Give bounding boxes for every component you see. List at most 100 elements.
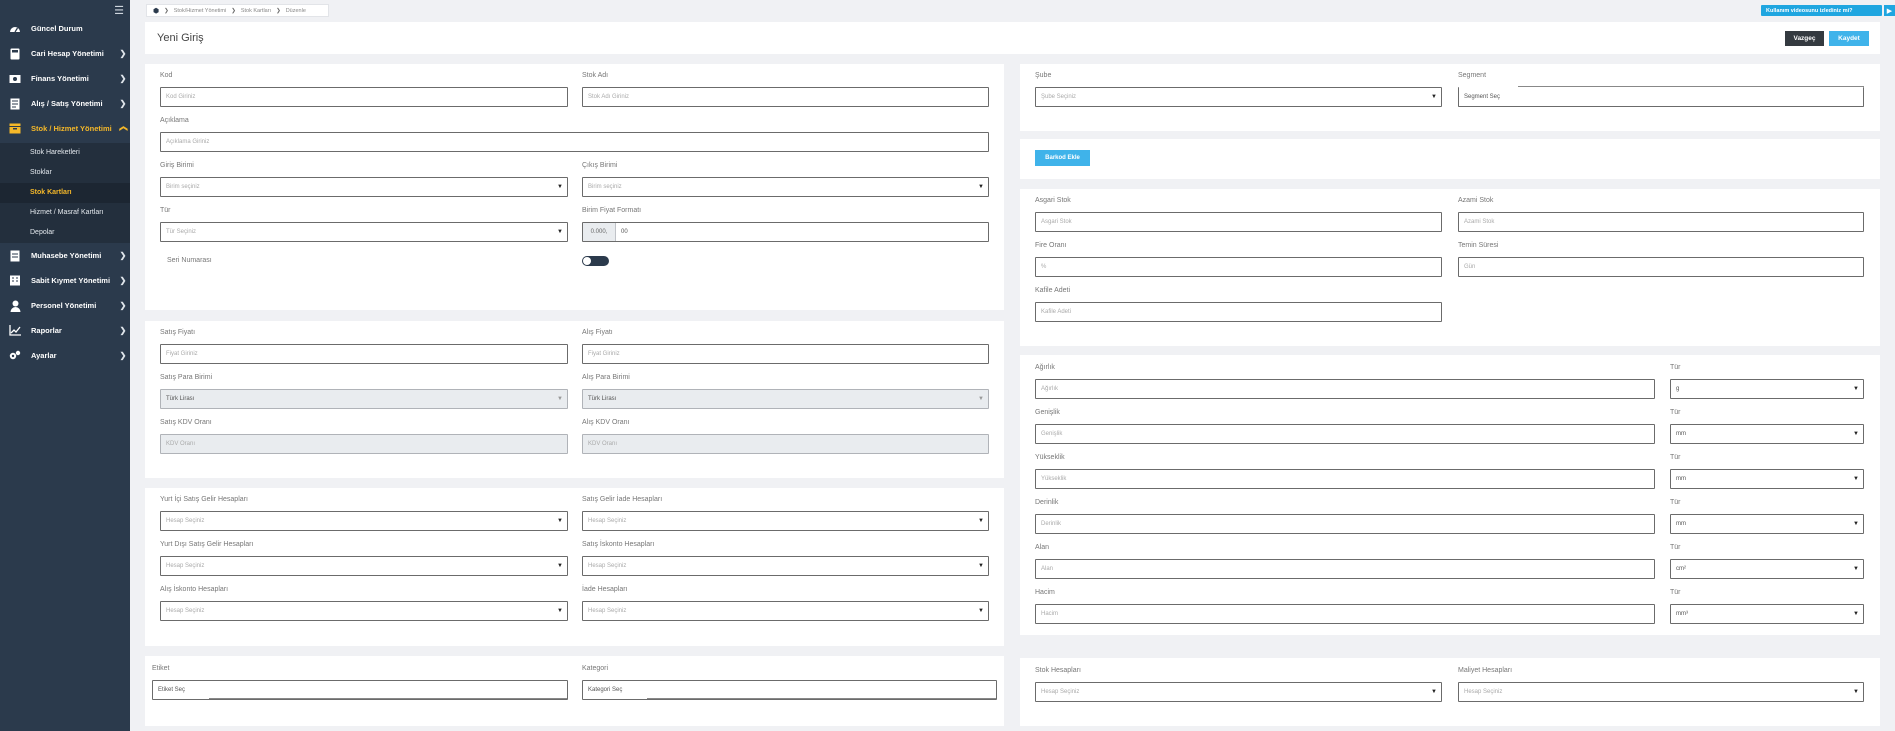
branch-card: Şube Şube Seçiniz ▼ Segment Segment Seç	[1020, 64, 1880, 131]
satis-para-birimi-select[interactable]: Türk Lirası ▼	[160, 389, 568, 409]
subnav-stok-kartlari[interactable]: Stok Kartları	[0, 183, 130, 203]
unit-select[interactable]: mm ▼	[1670, 469, 1864, 489]
caret-down-icon: ▼	[557, 563, 563, 569]
dimension-label: Hacim	[1035, 589, 1055, 596]
dimension-input[interactable]: Hacim	[1035, 604, 1655, 624]
tutorial-video-label: Kullanım videosunu izlediniz mi?	[1766, 7, 1853, 14]
breadcrumb-item[interactable]: Stok Kartları	[241, 8, 271, 14]
subnav-stoklar[interactable]: Stoklar	[0, 163, 130, 183]
nav-label: Güncel Durum	[31, 24, 83, 33]
segment-input[interactable]: Segment Seç	[1458, 87, 1864, 107]
caret-down-icon: ▼	[978, 396, 984, 402]
unit-select[interactable]: g ▼	[1670, 379, 1864, 399]
kafile-adeti-label: Kafile Adeti	[1035, 287, 1071, 294]
user-icon	[8, 300, 22, 312]
unit-select[interactable]: mm³ ▼	[1670, 604, 1864, 624]
stok-adi-input[interactable]: Stok Adı Giriniz	[582, 87, 989, 107]
alis-para-birimi-label: Alış Para Birimi	[582, 374, 630, 381]
giris-birimi-select[interactable]: Birim seçiniz ▼	[160, 177, 568, 197]
save-button[interactable]: Kaydet	[1829, 31, 1869, 46]
unit-value: mm	[1676, 476, 1686, 482]
alis-kdv-input[interactable]: KDV Oranı	[582, 434, 989, 454]
subnav-stok-hareketleri[interactable]: Stok Hareketleri	[0, 143, 130, 163]
unit-value: mm	[1676, 521, 1686, 527]
asgari-stok-input[interactable]: Asgari Stok	[1035, 212, 1442, 232]
dimension-input[interactable]: Yükseklik	[1035, 469, 1655, 489]
page-header: Yeni Giriş Vazgeç Kaydet	[145, 22, 1880, 54]
cancel-button[interactable]: Vazgeç	[1785, 31, 1824, 46]
chevron-up-icon: ❯	[118, 125, 128, 132]
fire-orani-input[interactable]: %	[1035, 257, 1442, 277]
nav-raporlar[interactable]: Raporlar ❯	[0, 318, 130, 343]
breadcrumb-item[interactable]: Stok/Hizmet Yönetimi	[174, 8, 226, 14]
seri-numarasi-toggle[interactable]	[582, 256, 609, 266]
satis-kdv-input[interactable]: KDV Oranı	[160, 434, 568, 454]
cikis-birimi-select[interactable]: Birim seçiniz ▼	[582, 177, 989, 197]
yurt-ici-select[interactable]: Hesap Seçiniz ▼	[160, 511, 568, 531]
temin-suresi-input[interactable]: Gün	[1458, 257, 1864, 277]
subnav-hizmet-masraf[interactable]: Hizmet / Masraf Kartları	[0, 203, 130, 223]
nav-guncel-durum[interactable]: Güncel Durum	[0, 16, 130, 41]
nav-label: Ayarlar	[31, 351, 57, 360]
nav-finans[interactable]: Finans Yönetimi ❯	[0, 66, 130, 91]
sube-select[interactable]: Şube Seçiniz ▼	[1035, 87, 1442, 107]
nav-alis-satis[interactable]: Alış / Satış Yönetimi ❯	[0, 91, 130, 116]
aciklama-label: Açıklama	[160, 117, 189, 124]
subnav-depolar[interactable]: Depolar	[0, 223, 130, 243]
maliyet-hesaplari-select[interactable]: Hesap Seçiniz ▼	[1458, 682, 1864, 702]
chevron-right-icon: ❯	[231, 7, 236, 14]
unit-select[interactable]: cm² ▼	[1670, 559, 1864, 579]
dimension-input[interactable]: Ağırlık	[1035, 379, 1655, 399]
etiket-input[interactable]: Etiket Seç	[152, 680, 568, 700]
nav-cari-hesap[interactable]: Cari Hesap Yönetimi ❯	[0, 41, 130, 66]
dimension-input[interactable]: Genişlik	[1035, 424, 1655, 444]
nav-label: Sabit Kıymet Yönetimi	[31, 276, 111, 285]
unit-select[interactable]: mm ▼	[1670, 424, 1864, 444]
nav-label: Muhasebe Yönetimi	[31, 251, 102, 260]
nav-ayarlar[interactable]: Ayarlar ❯	[0, 343, 130, 368]
dashboard-icon[interactable]: ⬢	[153, 7, 159, 15]
satis-iade-select[interactable]: Hesap Seçiniz ▼	[582, 511, 989, 531]
dimension-input[interactable]: Alan	[1035, 559, 1655, 579]
stock-limits-card: Asgari Stok Asgari Stok Azami Stok Azami…	[1020, 189, 1880, 346]
alis-iskonto-select[interactable]: Hesap Seçiniz ▼	[160, 601, 568, 621]
subnav-label: Stok Kartları	[30, 189, 72, 196]
nav-muhasebe[interactable]: Muhasebe Yönetimi ❯	[0, 243, 130, 268]
yurt-ici-label: Yurt İçi Satış Gelir Hesapları	[160, 496, 248, 503]
nav-stok-hizmet[interactable]: Stok / Hizmet Yönetimi ❯	[0, 116, 130, 141]
birim-fiyat-formati-input[interactable]: 0.000, 00	[582, 222, 989, 242]
play-icon[interactable]: ▶	[1884, 5, 1895, 16]
satis-fiyati-label: Satış Fiyatı	[160, 329, 196, 336]
kafile-adeti-input[interactable]: Kafile Adeti	[1035, 302, 1442, 322]
kategori-divider	[647, 698, 996, 699]
tur-select[interactable]: Tür Seçiniz ▼	[160, 222, 568, 242]
caret-down-icon: ▼	[557, 396, 563, 402]
temin-suresi-label: Temin Süresi	[1458, 242, 1499, 249]
satis-para-birimi-label: Satış Para Birimi	[160, 374, 213, 381]
stok-hesaplari-select[interactable]: Hesap Seçiniz ▼	[1035, 682, 1442, 702]
iade-select[interactable]: Hesap Seçiniz ▼	[582, 601, 989, 621]
alis-para-birimi-select[interactable]: Türk Lirası ▼	[582, 389, 989, 409]
caret-down-icon: ▼	[1853, 611, 1859, 617]
alis-fiyati-label: Alış Fiyatı	[582, 329, 613, 336]
unit-select[interactable]: mm ▼	[1670, 514, 1864, 534]
add-barcode-button[interactable]: Barkod Ekle	[1035, 150, 1090, 166]
nav-label: Stok / Hizmet Yönetimi	[31, 124, 112, 133]
alis-fiyati-input[interactable]: Fiyat Giriniz	[582, 344, 989, 364]
aciklama-input[interactable]: Açıklama Giriniz	[160, 132, 989, 152]
kategori-input[interactable]: Kategori Seç	[582, 680, 997, 700]
azami-stok-input[interactable]: Azami Stok	[1458, 212, 1864, 232]
unit-value: mm³	[1676, 611, 1688, 617]
cikis-birimi-label: Çıkış Birimi	[582, 162, 618, 169]
satis-iskonto-select[interactable]: Hesap Seçiniz ▼	[582, 556, 989, 576]
tutorial-video-button[interactable]: Kullanım videosunu izlediniz mi?	[1761, 5, 1882, 16]
nav-label: Finans Yönetimi	[31, 74, 89, 83]
stok-hesaplari-placeholder: Hesap Seçiniz	[1041, 689, 1080, 695]
satis-fiyati-input[interactable]: Fiyat Giriniz	[160, 344, 568, 364]
dimension-input[interactable]: Derinlik	[1035, 514, 1655, 534]
birim-fiyat-formati-label: Birim Fiyat Formatı	[582, 207, 642, 214]
yurt-disi-select[interactable]: Hesap Seçiniz ▼	[160, 556, 568, 576]
nav-personel[interactable]: Personel Yönetimi ❯	[0, 293, 130, 318]
nav-sabit-kiymet[interactable]: Sabit Kıymet Yönetimi ❯	[0, 268, 130, 293]
kod-input[interactable]: Kod Giriniz	[160, 87, 568, 107]
